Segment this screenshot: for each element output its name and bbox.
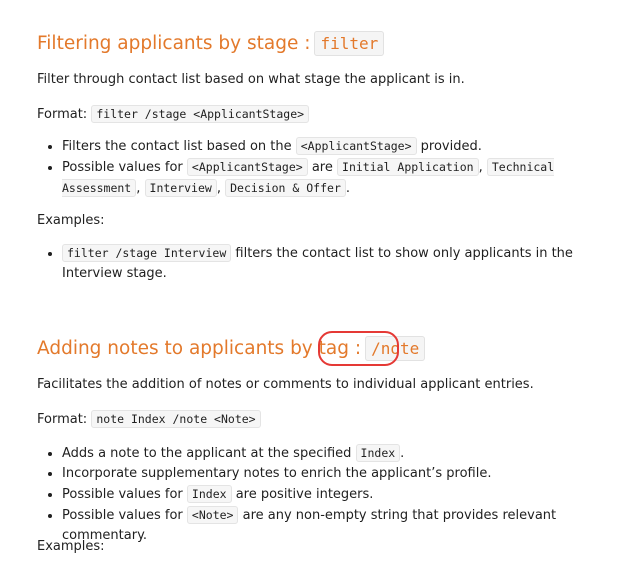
filter-format: Format: filter /stage <ApplicantStage> [37, 104, 310, 125]
note-format-code: note Index /note <Note> [91, 410, 261, 428]
note-heading-text: Adding notes to applicants by tag : [37, 338, 362, 359]
note-bullet-1-code: Index [355, 444, 401, 462]
note-description: Facilitates the addition of notes or com… [37, 377, 534, 392]
note-section-heading: Adding notes to applicants by tag :/note [37, 336, 426, 361]
note-bullet-4: Possible values for <Note> are any non-e… [62, 505, 627, 546]
note-bullet-2-text: Incorporate supplementary notes to enric… [62, 466, 492, 481]
filter-bullet-1-code: <ApplicantStage> [295, 137, 417, 155]
filter-bullet-2: Possible values for <ApplicantStage> are… [62, 157, 627, 199]
filter-bullet-2-code: <ApplicantStage> [186, 158, 308, 176]
filter-heading-text: Filtering applicants by stage : [37, 33, 311, 54]
note-bullet-1: Adds a note to the applicant at the spec… [62, 443, 627, 464]
stage-value-interview: Interview [144, 179, 217, 197]
filter-description: Filter through contact list based on wha… [37, 72, 465, 87]
note-examples-label: Examples: [37, 539, 105, 554]
filter-bullet-2-text: Possible values for [62, 160, 183, 175]
note-bullet-1-text: Adds a note to the applicant at the spec… [62, 446, 352, 461]
filter-example-item: filter /stage Interview filters the cont… [62, 243, 627, 284]
filter-heading-code: filter [314, 31, 385, 56]
note-bullet-4-text: Possible values for [62, 508, 183, 523]
note-bullet-2: Incorporate supplementary notes to enric… [62, 464, 627, 484]
filter-bullet-2-mid: are [311, 160, 333, 175]
filter-example-code: filter /stage Interview [62, 244, 232, 262]
note-bullet-3: Possible values for Index are positive i… [62, 484, 627, 505]
note-format-label: Format: [37, 412, 88, 427]
filter-example-list: filter /stage Interview filters the cont… [37, 243, 627, 284]
filter-bullet-list: Filters the contact list based on the <A… [37, 136, 627, 199]
note-bullet-3-post: are positive integers. [235, 487, 374, 502]
note-bullet-3-code: Index [186, 485, 232, 503]
filter-bullet-1: Filters the contact list based on the <A… [62, 136, 627, 157]
filter-examples-label: Examples: [37, 213, 105, 228]
note-bullet-3-text: Possible values for [62, 487, 183, 502]
stage-value-initial: Initial Application [337, 158, 479, 176]
note-bullet-list: Adds a note to the applicant at the spec… [37, 443, 627, 546]
filter-format-code: filter /stage <ApplicantStage> [91, 105, 310, 123]
note-format: Format: note Index /note <Note> [37, 409, 261, 430]
filter-section-heading: Filtering applicants by stage : filter [37, 31, 385, 56]
note-heading-code: /note [365, 336, 426, 361]
filter-bullet-1-text: Filters the contact list based on the [62, 139, 292, 154]
note-bullet-4-code: <Note> [186, 506, 239, 524]
stage-value-decision: Decision & Offer [225, 179, 346, 197]
filter-format-label: Format: [37, 107, 88, 122]
filter-bullet-1-post: provided. [420, 139, 482, 154]
